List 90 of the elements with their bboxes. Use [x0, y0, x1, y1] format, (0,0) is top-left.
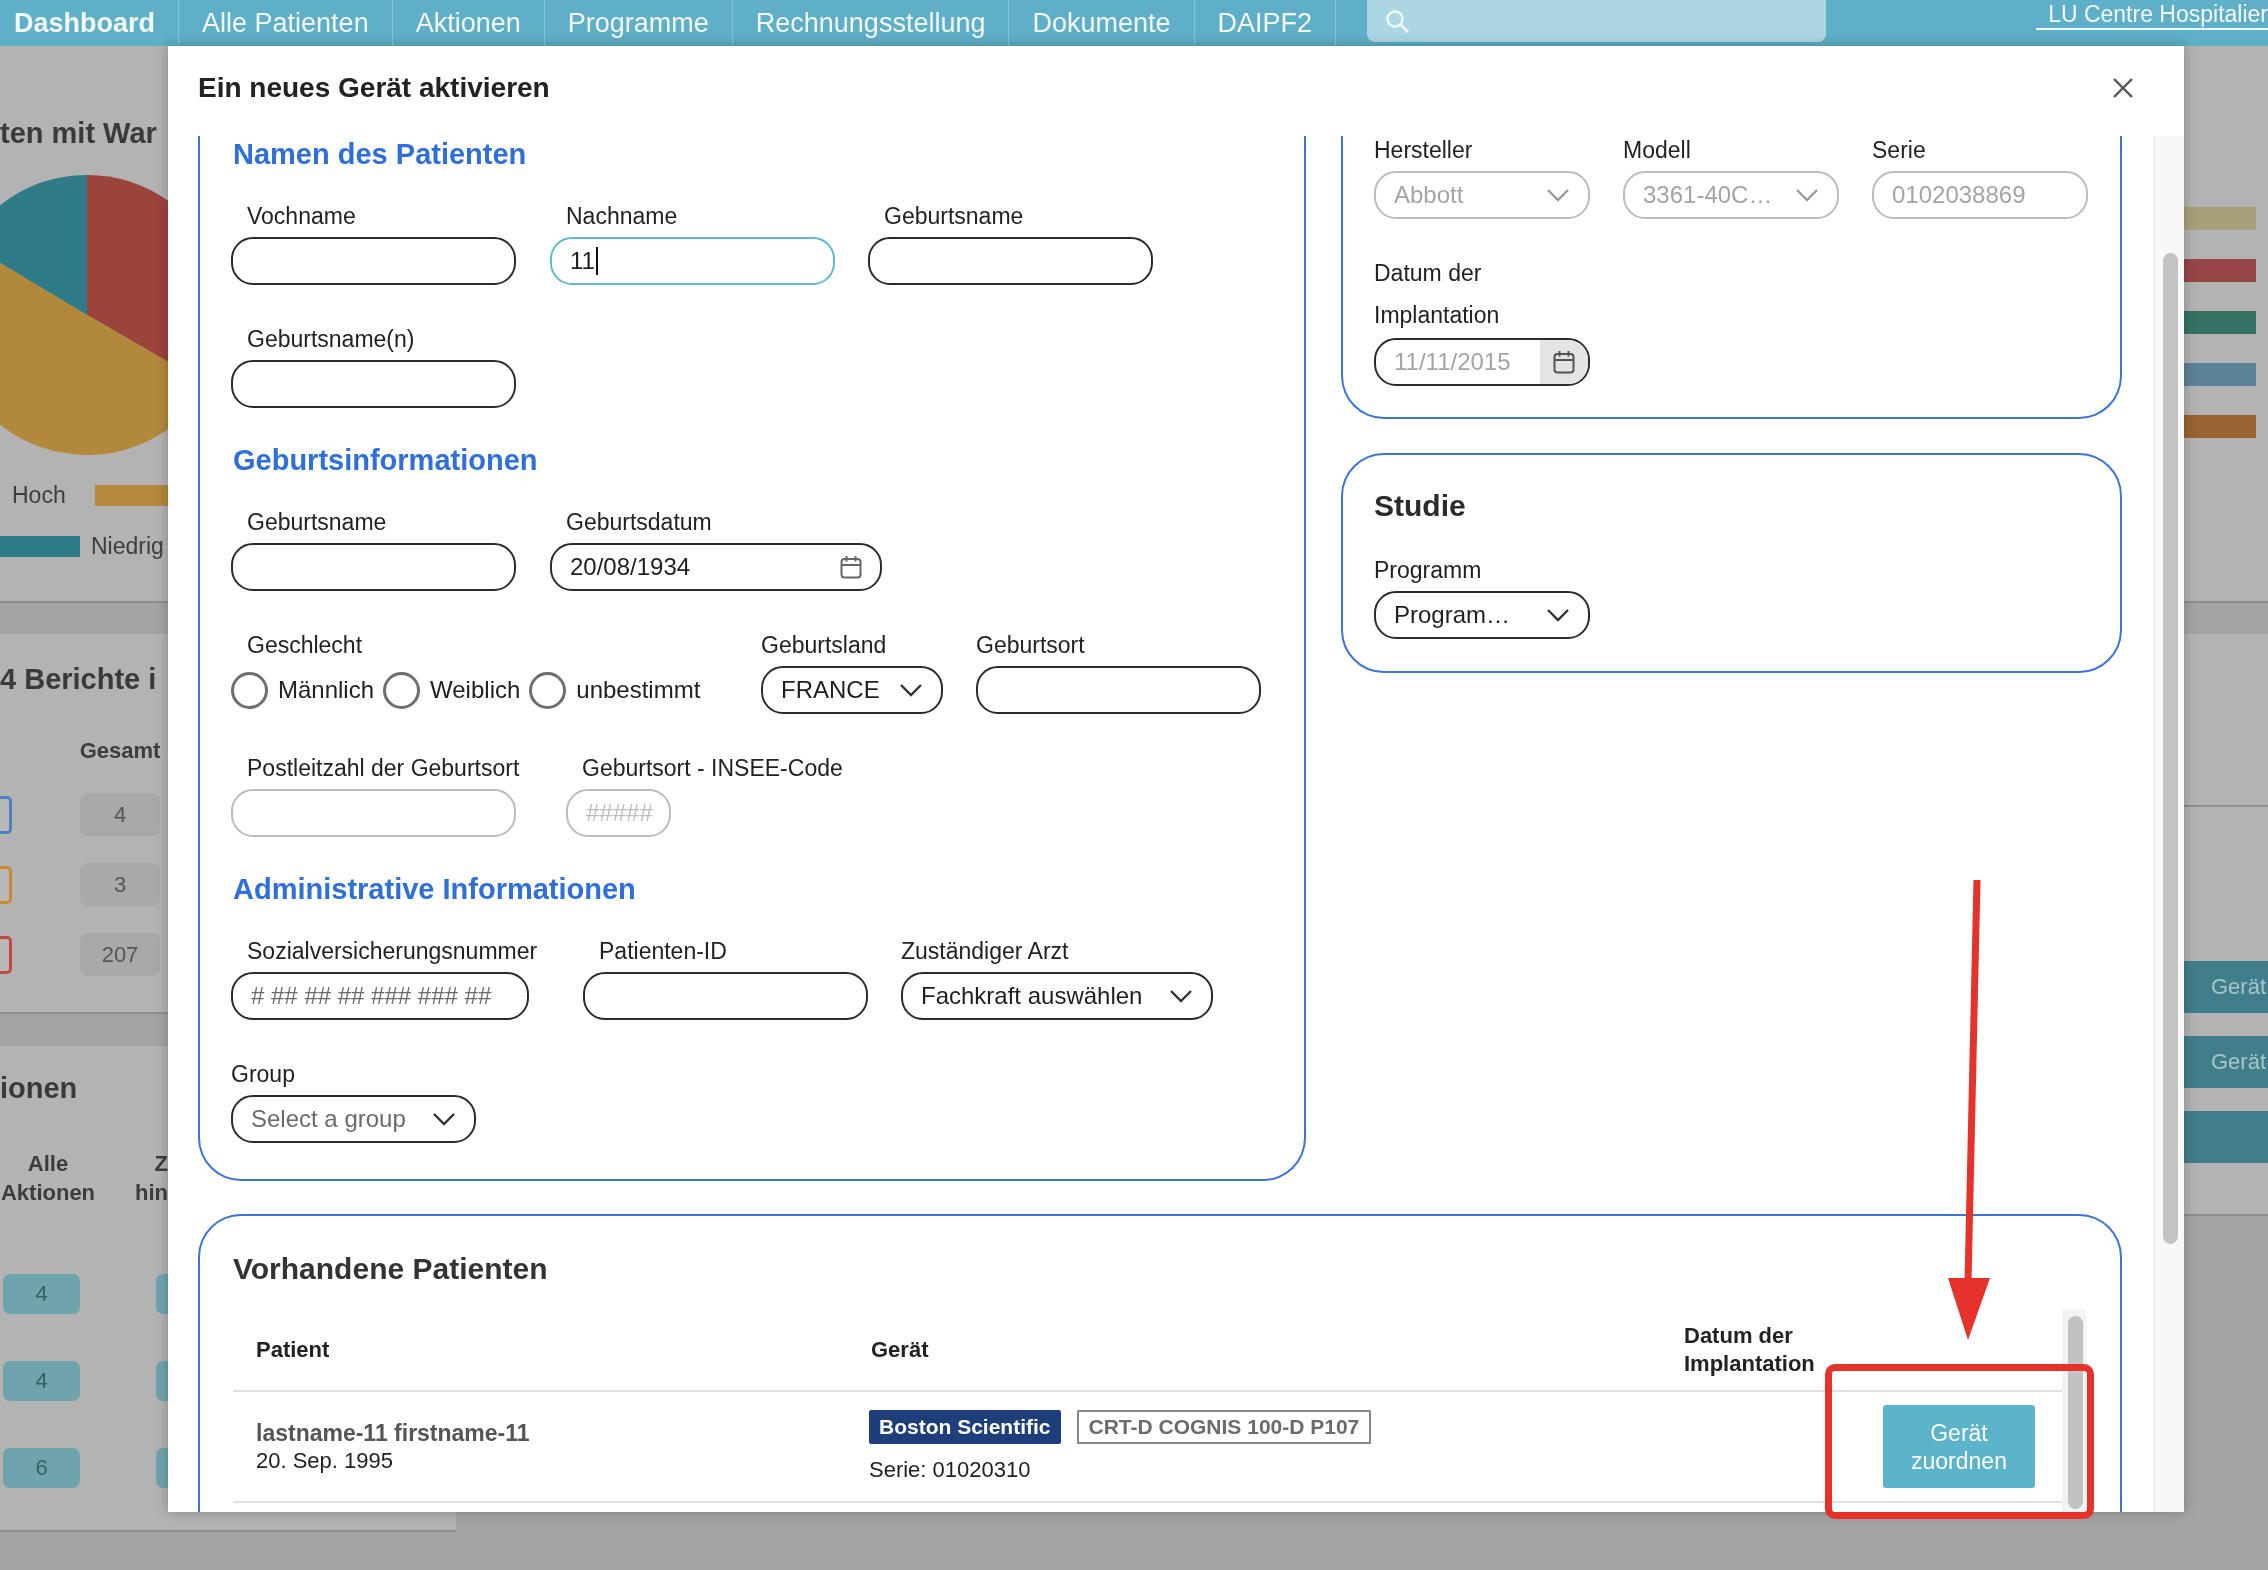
count-pill: 6	[3, 1448, 80, 1488]
date-input[interactable]: 20/08/1934	[550, 543, 882, 591]
field-label: Group	[231, 1060, 295, 1088]
text-input[interactable]	[976, 666, 1261, 714]
dropdown[interactable]: Select a group	[231, 1095, 476, 1143]
search-icon	[1385, 9, 1410, 33]
section-title: Geburtsinformationen	[232, 443, 538, 478]
column-header: Gesamt	[78, 737, 162, 765]
radio-button[interactable]	[231, 671, 268, 709]
field-label: Nachname	[566, 202, 678, 230]
text-input[interactable]: 11	[550, 237, 835, 285]
text-input[interactable]: # ## ## ## ### ### ##	[231, 972, 529, 1020]
count-pill	[156, 1448, 168, 1488]
field-label: Modell	[1623, 136, 1691, 164]
card-title: Vorhandene Patienten	[233, 1251, 548, 1287]
text-input[interactable]	[231, 237, 516, 285]
scrollbar-thumb[interactable]	[2068, 1316, 2083, 1509]
facility-selector[interactable]: LU Centre Hospitalier	[2036, 0, 2268, 30]
card-title: ionen	[0, 1071, 78, 1106]
count-pill	[156, 1361, 168, 1401]
search-field[interactable]	[1367, 0, 1827, 42]
legend-label: Niedrig	[91, 532, 164, 560]
dropdown[interactable]: Program…	[1374, 591, 1590, 639]
birth-date: 20. Sep. 1995	[256, 1446, 393, 1475]
dialog-title: Ein neues Gerät aktivieren	[198, 71, 550, 105]
field-label: Patienten-ID	[599, 937, 727, 965]
field-label: Geburtsname(n)	[247, 325, 415, 353]
column-header: Alle Aktionen	[0, 1150, 96, 1207]
chevron-down-icon	[1546, 608, 1570, 622]
scrollbar-thumb[interactable]	[2163, 253, 2178, 1244]
text-input[interactable]	[868, 237, 1153, 285]
chevron-down-icon	[1546, 188, 1570, 202]
card-title: Studie	[1374, 488, 1467, 524]
count-pill: 4	[3, 1361, 80, 1401]
device-button[interactable]: Gerät	[2184, 961, 2268, 1013]
chevron-down-icon	[432, 1112, 456, 1126]
count-pill	[156, 1274, 168, 1314]
field-label: Geschlecht	[247, 631, 363, 659]
count-pill: 3	[80, 863, 160, 906]
dropdown[interactable]: FRANCE	[761, 666, 943, 714]
field-label: Geburtsland	[761, 631, 887, 659]
field-label: Sozialversicherungsnummer	[247, 937, 538, 965]
field-label: Geburtsdatum	[566, 508, 712, 536]
assign-device-button[interactable]: Gerät zuordnen	[1883, 1405, 2035, 1488]
text-cursor-icon	[595, 247, 598, 275]
field-label: Datum der Implantation	[1374, 259, 1501, 330]
radio-label[interactable]: Weiblich	[430, 676, 521, 704]
field-label: Hersteller	[1374, 136, 1473, 164]
field-label: Geburtsname	[247, 508, 387, 536]
scrollbar-track[interactable]	[2062, 1310, 2086, 1512]
calendar-icon	[840, 555, 862, 579]
radio-button[interactable]	[383, 671, 421, 709]
text-input[interactable]	[583, 972, 868, 1020]
count-pill: 4	[3, 1274, 80, 1314]
close-icon[interactable]	[2112, 77, 2134, 99]
section-title: Administrative Informationen	[232, 872, 636, 907]
text-input[interactable]	[231, 360, 516, 408]
manufacturer-badge: Boston Scientific	[869, 1409, 1061, 1444]
column-header: Datum der Implantation	[1684, 1322, 1816, 1378]
section-title: Namen des Patienten	[232, 137, 527, 172]
radio-label[interactable]: unbestimmt	[576, 676, 701, 704]
radio-label[interactable]: Männlich	[278, 676, 375, 704]
patient-name: lastname-11 firstname-11	[256, 1418, 530, 1447]
card-title: 4 Berichte i	[0, 662, 157, 697]
calendar-icon	[1553, 350, 1575, 374]
field-label: Geburtsort - INSEE-Code	[582, 754, 843, 782]
count-pill: 4	[80, 793, 160, 836]
text-input[interactable]	[231, 543, 516, 591]
column-header: Z hin	[134, 1150, 168, 1207]
field-label: Serie	[1872, 136, 1926, 164]
device-button[interactable]: Gerät	[2184, 1036, 2268, 1088]
model-badge: CRT-D COGNIS 100-D P107	[1076, 1409, 1372, 1444]
legend-label: Hoch	[12, 481, 66, 509]
column-header: Gerät	[871, 1336, 929, 1364]
field-label: Programm	[1374, 556, 1482, 584]
chevron-down-icon	[1169, 989, 1193, 1003]
count-pill: 207	[80, 933, 160, 976]
radio-button[interactable]	[529, 671, 567, 709]
card-title: ten mit War	[0, 116, 157, 151]
field-label: Geburtsname	[884, 202, 1024, 230]
column-header: Patient	[256, 1336, 330, 1364]
chevron-down-icon	[899, 683, 923, 697]
field-label: Geburtsort	[976, 631, 1085, 659]
chevron-down-icon	[1795, 188, 1819, 202]
field-label: Postleitzahl der Geburtsort	[247, 754, 520, 782]
field-label: Zuständiger Arzt	[901, 937, 1069, 965]
serial-number: Serie: 01020310	[869, 1455, 1031, 1484]
field-label: Vochname	[247, 202, 356, 230]
dropdown[interactable]: Fachkraft auswählen	[901, 972, 1213, 1020]
scrollbar-track[interactable]	[2154, 136, 2184, 1512]
